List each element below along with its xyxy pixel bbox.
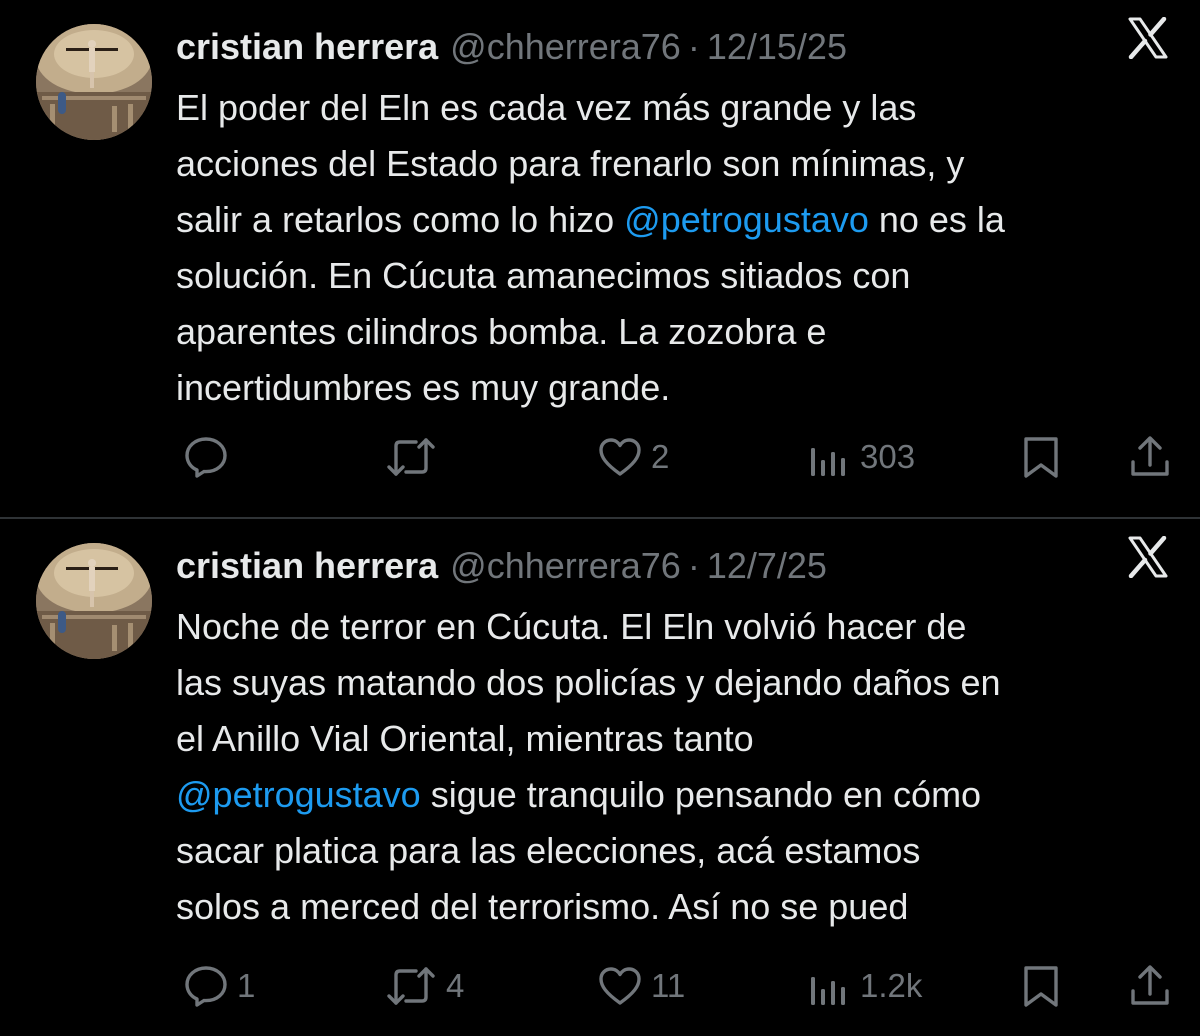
tweet-text-line: incertidumbres es muy grande.	[176, 367, 671, 408]
author-handle[interactable]: @chherrera76	[450, 26, 681, 68]
views-count: 1.2k	[860, 967, 923, 1004]
bookmark-icon	[1019, 434, 1063, 480]
like-button[interactable]: 11	[597, 961, 685, 1011]
like-count: 2	[651, 438, 670, 475]
heart-icon	[597, 963, 643, 1009]
views-chart-icon	[806, 434, 852, 480]
action-bar: 2 303	[0, 432, 1200, 482]
separator-dot: ·	[687, 26, 700, 67]
tweet-text: Noche de terror en Cúcuta. El Eln volvió…	[176, 599, 1186, 935]
mention-link[interactable]: @petrogustavo	[176, 774, 421, 815]
views-button[interactable]: 303	[806, 432, 915, 482]
share-button[interactable]	[1128, 961, 1172, 1011]
avatar[interactable]	[36, 543, 152, 659]
reply-button[interactable]	[183, 432, 237, 482]
bookmark-icon	[1019, 963, 1063, 1009]
x-logo-icon	[1127, 16, 1169, 60]
tweet-text-line: Noche de terror en Cúcuta. El Eln volvió…	[176, 606, 967, 647]
repost-icon	[384, 963, 438, 1009]
repost-button[interactable]	[384, 432, 446, 482]
tweet-text: El poder del Eln es cada vez más grande …	[176, 80, 1186, 416]
tweet-text-line: @petrogustavo sigue tranquilo pensando e…	[176, 774, 982, 815]
views-count: 303	[860, 438, 916, 475]
post-date[interactable]: 12/15/25	[707, 26, 847, 68]
tweet-header: cristian herrera @chherrera76 · 12/7/25	[176, 539, 827, 593]
tweet-text-line: aparentes cilindros bomba. La zozobra e	[176, 311, 827, 352]
share-button[interactable]	[1128, 432, 1172, 482]
tweet-text-line: salir a retarlos como lo hizo @petrogust…	[176, 199, 1005, 240]
tweet-card[interactable]: cristian herrera @chherrera76 · 12/15/25…	[0, 0, 1200, 518]
tweet-text-line: las suyas matando dos policías y dejando…	[176, 662, 1001, 703]
avatar[interactable]	[36, 24, 152, 140]
tweet-text-line: solución. En Cúcuta amanecimos sitiados …	[176, 255, 911, 296]
tweet-text-line: el Anillo Vial Oriental, mientras tanto	[176, 718, 754, 759]
bookmark-button[interactable]	[1019, 961, 1063, 1011]
heart-icon	[597, 434, 643, 480]
views-button[interactable]: 1.2k	[806, 961, 922, 1011]
separator-dot: ·	[687, 545, 700, 586]
reply-icon	[183, 963, 229, 1009]
like-count: 11	[651, 967, 686, 1004]
tweet-text-line: sacar platica para las elecciones, acá e…	[176, 830, 921, 871]
tweet-text-line: acciones del Estado para frenarlo son mí…	[176, 143, 965, 184]
reply-button[interactable]: 1	[183, 961, 255, 1011]
tweet-text-line: solos a merced del terrorismo. Así no se…	[176, 886, 909, 927]
tweet-text-line: El poder del Eln es cada vez más grande …	[176, 87, 917, 128]
repost-count: 4	[446, 967, 465, 1004]
repost-icon	[384, 434, 438, 480]
post-date[interactable]: 12/7/25	[707, 545, 827, 587]
share-icon	[1128, 963, 1172, 1009]
tweet-header: cristian herrera @chherrera76 · 12/15/25	[176, 20, 847, 74]
author-handle[interactable]: @chherrera76	[450, 545, 681, 587]
share-icon	[1128, 434, 1172, 480]
reply-count: 1	[237, 967, 256, 1004]
author-name[interactable]: cristian herrera	[176, 26, 438, 68]
bookmark-button[interactable]	[1019, 432, 1063, 482]
repost-button[interactable]: 4	[384, 961, 464, 1011]
x-logo-icon	[1127, 535, 1169, 579]
like-button[interactable]: 2	[597, 432, 669, 482]
action-bar: 1 4 11 1.2k	[0, 961, 1200, 1011]
mention-link[interactable]: @petrogustavo	[624, 199, 869, 240]
tweet-card[interactable]: cristian herrera @chherrera76 · 12/7/25 …	[0, 519, 1200, 1036]
author-name[interactable]: cristian herrera	[176, 545, 438, 587]
views-chart-icon	[806, 963, 852, 1009]
reply-icon	[183, 434, 229, 480]
